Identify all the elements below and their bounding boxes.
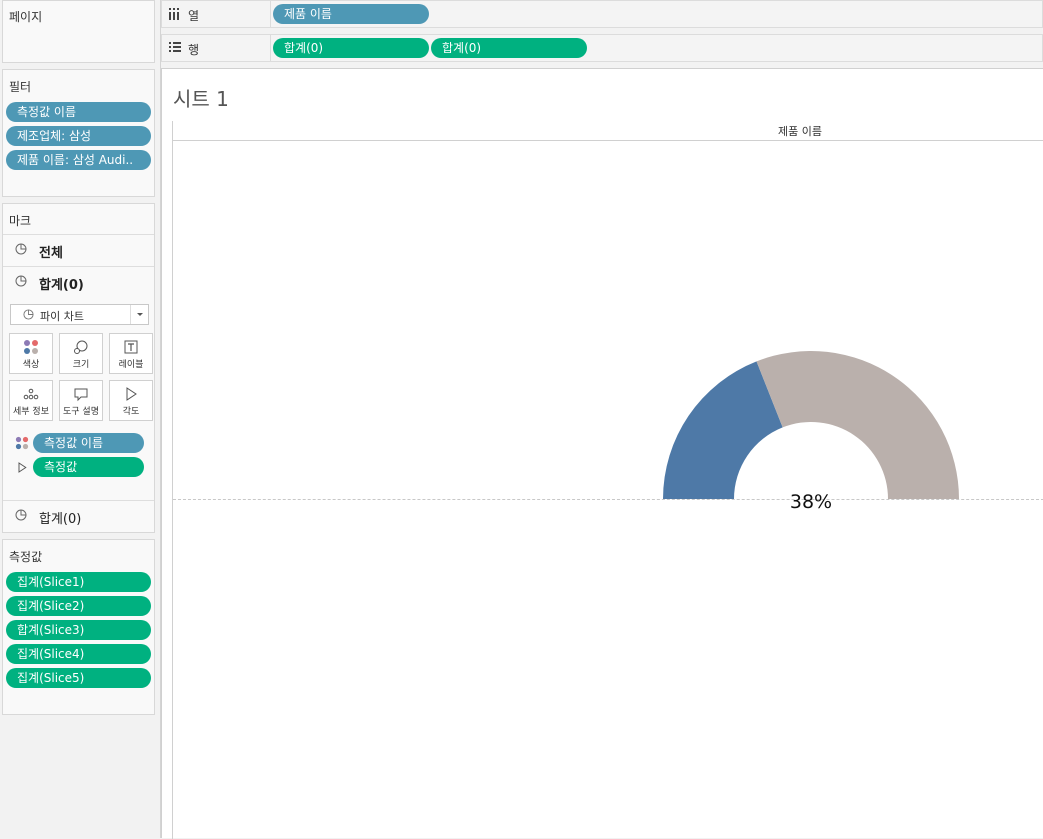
- marks-row-all-label: 전체: [39, 246, 63, 261]
- size-icon: [60, 339, 102, 357]
- left-panel: 페이지 필터 측정값 이름 제조업체: 삼성 제품 이름: 삼성 Audi.. …: [0, 0, 161, 838]
- marks-row-sum-text: 합계: [39, 278, 63, 293]
- tooltip-button[interactable]: 도구 설명: [59, 380, 103, 421]
- marks-row-sum-label[interactable]: 합계(0): [39, 274, 84, 293]
- marks-row-sum-2-text: 합계: [39, 512, 63, 527]
- marks-pill-measure-names[interactable]: 측정값 이름: [33, 433, 144, 453]
- measure-pill-slice1[interactable]: 집계(Slice1): [6, 572, 151, 592]
- measure-pill-slice3[interactable]: 합계(Slice3): [6, 620, 151, 640]
- worksheet-canvas: 시트 1 제품 이름 38%: [161, 68, 1043, 839]
- marks-row-sum-2[interactable]: 합계(0): [3, 500, 154, 532]
- shelf-divider: [270, 1, 271, 27]
- chevron-down-icon[interactable]: [130, 305, 148, 324]
- marks-row-sum-2-label: 합계(0): [39, 508, 81, 527]
- mark-type-dropdown[interactable]: 파이 차트: [10, 304, 149, 325]
- label-button-label: 레이블: [118, 360, 144, 370]
- gauge-center-label: 38%: [790, 491, 832, 513]
- marks-pill-measure-values[interactable]: 측정값: [33, 457, 144, 477]
- pie-icon: [15, 275, 27, 287]
- gauge-chart: 38%: [663, 350, 959, 513]
- sheet-title[interactable]: 시트 1: [173, 83, 229, 112]
- filters-title: 필터: [9, 80, 32, 94]
- marks-card: 마크 전체 합계(0) 파이 차트 색상 크기 레이블 세부 정보 도구 설명 …: [2, 203, 155, 533]
- angle-icon: [18, 462, 27, 473]
- marks-row-sum-expanded: 합계(0) 파이 차트 색상 크기 레이블 세부 정보 도구 설명 각도 측정값…: [3, 266, 154, 496]
- filter-pill-product-name[interactable]: 제품 이름: 삼성 Audi..: [6, 150, 151, 170]
- label-icon: [110, 339, 152, 357]
- size-button[interactable]: 크기: [59, 333, 103, 374]
- rows-shelf-label: 행: [188, 43, 200, 57]
- color-icon: [15, 436, 29, 450]
- detail-button-label: 세부 정보: [13, 407, 49, 417]
- view-area: 제품 이름 38%: [172, 121, 1043, 839]
- filter-pill-manufacturer[interactable]: 제조업체: 삼성: [6, 126, 151, 146]
- columns-shelf: 열 제품 이름: [161, 0, 1043, 28]
- marks-row-sum-2-suffix: (0): [62, 512, 82, 527]
- tooltip-button-label: 도구 설명: [63, 407, 99, 417]
- measure-pill-slice2[interactable]: 집계(Slice2): [6, 596, 151, 616]
- gauge-slice-2[interactable]: [756, 350, 959, 499]
- rows-shelf: 행 합계(0) 합계(0): [161, 34, 1043, 62]
- measure-pill-slice4[interactable]: 집계(Slice4): [6, 644, 151, 664]
- angle-button-label: 각도: [122, 407, 140, 417]
- filter-pill-measure-names[interactable]: 측정값 이름: [6, 102, 151, 122]
- pie-icon: [15, 243, 27, 255]
- detail-button[interactable]: 세부 정보: [9, 380, 53, 421]
- label-button[interactable]: 레이블: [109, 333, 153, 374]
- measure-values-title: 측정값: [9, 550, 43, 564]
- filters-card[interactable]: 필터 측정값 이름 제조업체: 삼성 제품 이름: 삼성 Audi..: [2, 69, 155, 197]
- measure-values-card: 측정값 집계(Slice1) 집계(Slice2) 합계(Slice3) 집계(…: [2, 539, 155, 715]
- tooltip-icon: [60, 386, 102, 404]
- angle-button[interactable]: 각도: [109, 380, 153, 421]
- pie-icon: [15, 509, 27, 521]
- measure-pill-slice5[interactable]: 집계(Slice5): [6, 668, 151, 688]
- rows-pill-sum-2[interactable]: 합계(0): [431, 38, 587, 58]
- columns-pill-product-name[interactable]: 제품 이름: [273, 4, 429, 24]
- columns-shelf-label: 열: [188, 9, 200, 23]
- size-button-label: 크기: [72, 360, 90, 370]
- angle-icon: [110, 386, 152, 404]
- rows-icon: [169, 42, 181, 52]
- shelf-divider: [270, 35, 271, 61]
- color-icon: [10, 339, 52, 357]
- columns-icon: [169, 8, 179, 20]
- pie-icon: [23, 309, 34, 320]
- detail-icon: [10, 386, 52, 404]
- color-button-label: 색상: [22, 360, 40, 370]
- marks-row-all[interactable]: 전체: [3, 234, 154, 266]
- marks-row-sum-suffix: (0): [62, 278, 84, 293]
- pages-card[interactable]: 페이지: [2, 0, 155, 63]
- mark-type-label: 파이 차트: [40, 310, 84, 323]
- rows-pill-sum-1[interactable]: 합계(0): [273, 38, 429, 58]
- pages-title: 페이지: [9, 10, 43, 24]
- color-button[interactable]: 색상: [9, 333, 53, 374]
- marks-title: 마크: [9, 214, 32, 228]
